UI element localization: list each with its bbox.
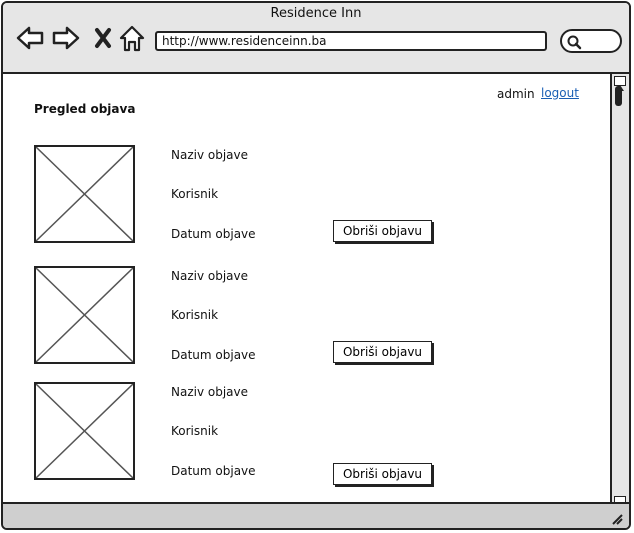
close-x-icon[interactable] xyxy=(89,23,119,53)
window-title: Residence Inn xyxy=(270,6,362,21)
search-box[interactable] xyxy=(560,29,622,53)
post-title-label: Naziv objave xyxy=(171,385,249,399)
back-arrow-icon[interactable] xyxy=(15,23,45,53)
image-placeholder-icon xyxy=(36,384,133,478)
resize-grip-icon[interactable] xyxy=(609,511,623,525)
vertical-scrollbar[interactable] xyxy=(610,74,629,511)
post-user-label: Korisnik xyxy=(171,424,219,438)
post-user-label: Korisnik xyxy=(171,187,219,201)
post-user-label: Korisnik xyxy=(171,308,219,322)
status-bar xyxy=(3,502,629,528)
post-image-placeholder xyxy=(34,382,135,480)
browser-titlebar: Residence Inn http://www.residenceinn.ba xyxy=(3,3,629,74)
address-bar[interactable]: http://www.residenceinn.ba xyxy=(155,31,547,51)
page-title: Pregled objava xyxy=(34,102,136,116)
delete-post-button[interactable]: Obriši objavu xyxy=(333,220,432,242)
post-image-placeholder xyxy=(34,145,135,243)
search-icon xyxy=(567,35,582,50)
browser-window: Residence Inn http://www.residenceinn.ba… xyxy=(1,1,631,530)
forward-arrow-icon[interactable] xyxy=(51,23,81,53)
image-placeholder-icon xyxy=(36,147,133,241)
delete-post-button[interactable]: Obriši objavu xyxy=(333,341,432,363)
address-url: http://www.residenceinn.ba xyxy=(162,34,327,48)
post-date-label: Datum objave xyxy=(171,227,256,241)
logout-link[interactable]: logout xyxy=(541,86,579,100)
post-date-label: Datum objave xyxy=(171,464,256,478)
post-date-label: Datum objave xyxy=(171,348,256,362)
home-icon[interactable] xyxy=(117,23,147,53)
username-label: admin xyxy=(497,87,535,101)
post-image-placeholder xyxy=(34,266,135,364)
scroll-up-arrow-icon[interactable] xyxy=(614,76,626,91)
delete-post-button[interactable]: Obriši objavu xyxy=(333,463,432,485)
image-placeholder-icon xyxy=(36,268,133,362)
post-title-label: Naziv objave xyxy=(171,148,249,162)
page-content: Pregled objava admin logout Naziv objave… xyxy=(3,74,612,508)
post-title-label: Naziv objave xyxy=(171,269,249,283)
scrollbar-thumb[interactable] xyxy=(615,86,622,106)
